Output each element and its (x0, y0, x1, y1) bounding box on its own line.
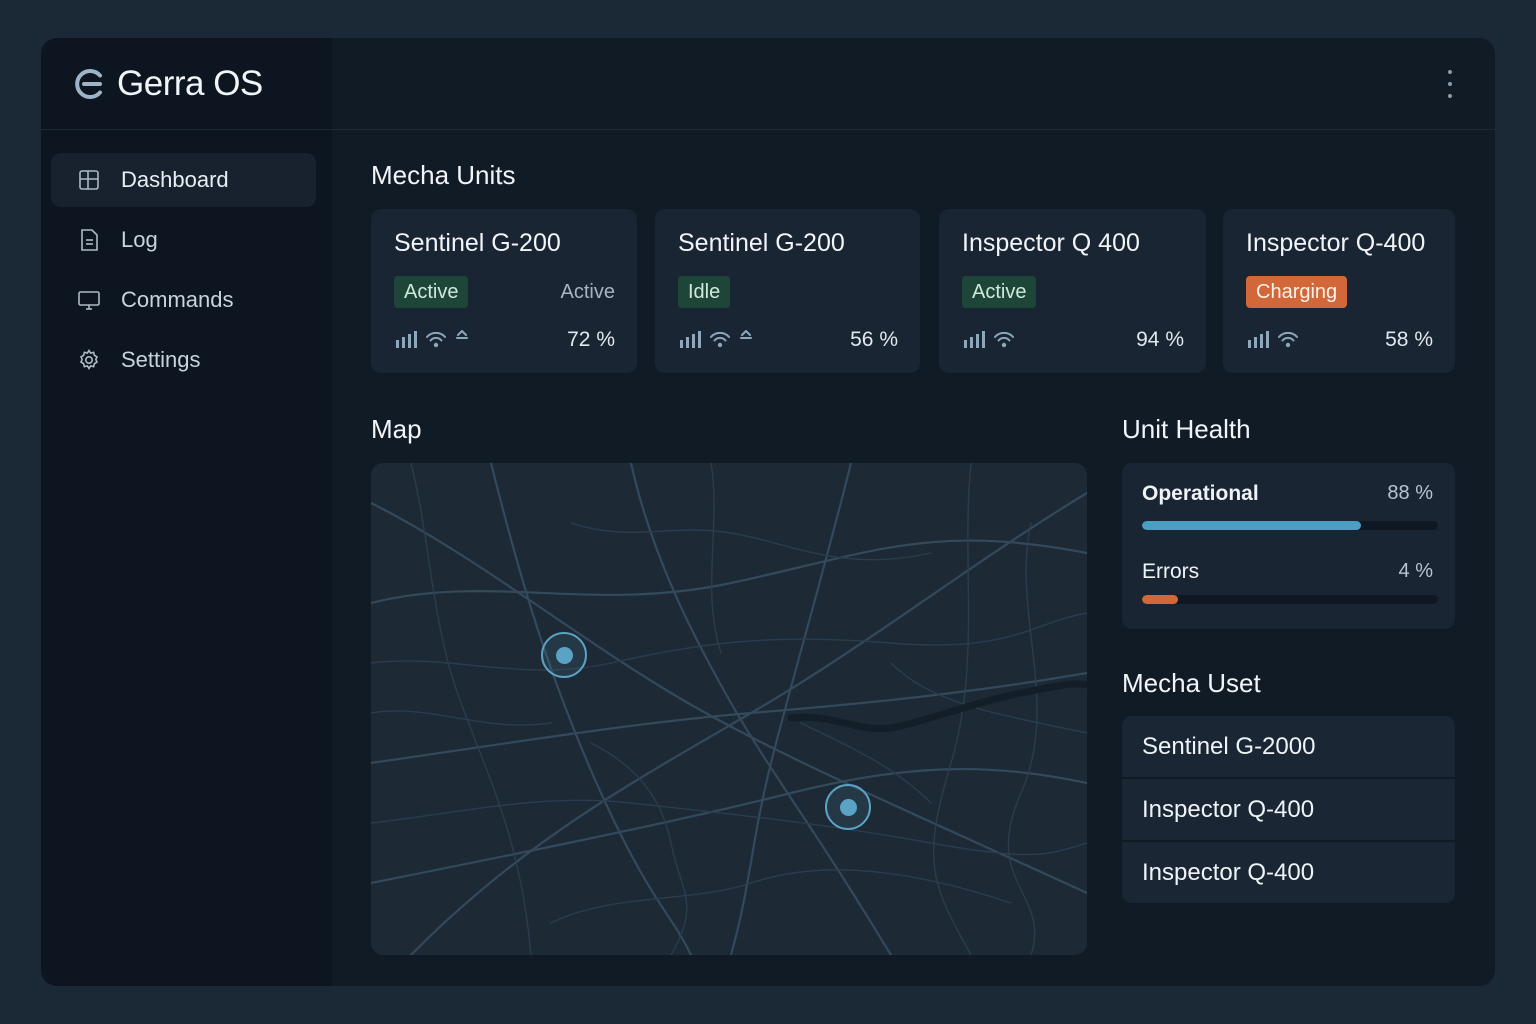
wifi-icon (994, 331, 1014, 348)
sidebar-item-label: Commands (121, 287, 234, 312)
battery-percent: 56 % (850, 328, 898, 351)
battery-percent: 94 % (1136, 328, 1184, 351)
mecha-units-title: Mecha Units (371, 160, 516, 190)
errors-progress-track (1142, 595, 1438, 604)
sidebar-item-log[interactable]: Log (51, 213, 316, 267)
brand[interactable]: Gerra OS (73, 64, 263, 104)
sidebar-item-commands[interactable]: Commands (51, 273, 316, 327)
transfer-icon (740, 330, 752, 339)
unit-name: Sentinel G-200 (394, 229, 561, 257)
map-view[interactable] (371, 463, 1087, 955)
log-icon (81, 229, 98, 251)
status-badge: Active (394, 276, 469, 308)
map-marker-dot (839, 798, 857, 816)
battery-percent: 72 % (567, 328, 615, 351)
unit-health-title: Unit Health (1122, 414, 1251, 444)
unit-name: Inspector Q-400 (1246, 229, 1426, 257)
unit-card[interactable]: Inspector Q-400 Charging 58 % (1223, 209, 1455, 373)
errors-label: Errors (1142, 560, 1200, 583)
unit-card[interactable]: Sentinel G-200 Active Active 72 % (371, 209, 637, 373)
map-marker[interactable] (825, 784, 871, 830)
commands-icon (78, 291, 100, 310)
status-badge: Charging (1246, 276, 1348, 308)
more-options-icon[interactable] (1443, 70, 1457, 98)
errors-progress-fill (1142, 595, 1178, 604)
status-badge: Idle (678, 276, 731, 308)
errors-value: 4 % (1398, 560, 1433, 582)
unit-connectivity (963, 330, 1015, 348)
unit-card[interactable]: Sentinel G-200 Idle 56 % (655, 209, 920, 373)
transfer-icon (456, 330, 468, 339)
unit-status-text: Active (560, 281, 615, 303)
signal-bars-icon (964, 331, 985, 348)
operational-progress-fill (1142, 521, 1362, 530)
operational-progress-track (1142, 521, 1438, 530)
wifi-icon (1278, 331, 1298, 348)
unit-connectivity (679, 330, 753, 348)
wifi-icon (710, 331, 730, 348)
map-marker[interactable] (541, 632, 587, 678)
app-name: Gerra OS (117, 64, 263, 103)
sidebar-item-settings[interactable]: Settings (51, 333, 316, 387)
dashboard-icon (79, 170, 99, 190)
unit-health-card: Operational 88 % Errors 4 % (1122, 463, 1455, 629)
status-badge: Active (962, 276, 1037, 308)
signal-bars-icon (680, 331, 701, 348)
settings-icon (79, 348, 99, 371)
top-bar: Gerra OS (41, 38, 1495, 130)
sidebar-item-dashboard[interactable]: Dashboard (51, 153, 316, 207)
unit-connectivity (1247, 330, 1299, 348)
mecha-uset-title: Mecha Uset (1122, 668, 1261, 698)
unit-connectivity (395, 330, 469, 348)
list-item[interactable]: Inspector Q-400 (1122, 842, 1455, 903)
unit-name: Inspector Q 400 (962, 229, 1140, 257)
sidebar-item-label: Settings (121, 347, 201, 372)
map-title: Map (371, 414, 422, 444)
map-roads (371, 463, 1087, 955)
signal-bars-icon (1248, 331, 1269, 348)
operational-value: 88 % (1387, 482, 1433, 504)
app-window: Gerra OS Dashboard Log Commands Settings… (41, 38, 1495, 986)
wifi-icon (426, 331, 446, 348)
mecha-uset-list: Sentinel G-2000 Inspector Q-400 Inspecto… (1122, 716, 1455, 903)
signal-bars-icon (396, 331, 417, 348)
sidebar-item-label: Dashboard (121, 167, 229, 192)
unit-card[interactable]: Inspector Q 400 Active 94 % (939, 209, 1206, 373)
sidebar-nav: Dashboard Log Commands Settings (51, 153, 316, 393)
battery-percent: 58 % (1385, 328, 1433, 351)
list-item[interactable]: Sentinel G-2000 (1122, 716, 1455, 777)
list-item[interactable]: Inspector Q-400 (1122, 779, 1455, 840)
unit-name: Sentinel G-200 (678, 229, 845, 257)
sidebar-item-label: Log (121, 227, 158, 252)
map-marker-dot (555, 646, 573, 664)
operational-label: Operational (1142, 482, 1259, 505)
gerra-logo-icon (75, 69, 102, 99)
